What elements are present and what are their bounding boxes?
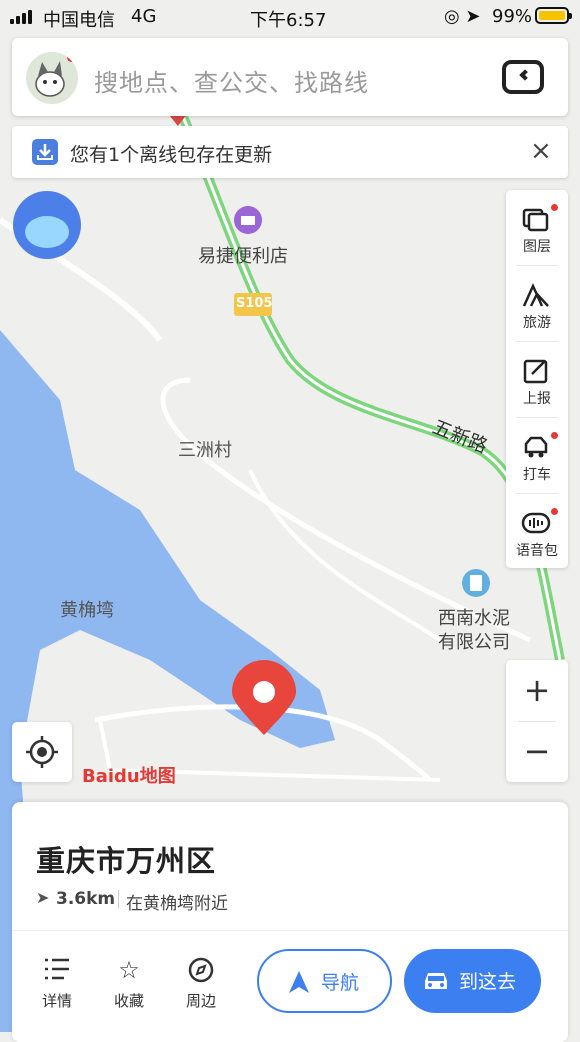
zoom-in-button[interactable]: +	[506, 660, 568, 721]
details-label: 详情	[41, 992, 72, 1010]
download-icon	[32, 139, 58, 165]
layers-icon	[521, 204, 551, 234]
go-here-label: 到这去	[459, 971, 517, 993]
star-icon: ☆	[118, 956, 140, 984]
distance-text: 3.6km	[56, 889, 116, 909]
toolbar-item-layers[interactable]: 图层	[506, 190, 568, 265]
toolbar-label: 上报	[523, 391, 551, 407]
status-bar: 中国电信 4G 下午6:57 ◎ ➤ 99%	[0, 0, 580, 34]
battery-percent: 99%	[492, 6, 533, 27]
area-label: 黄桷塆	[60, 600, 114, 621]
close-icon[interactable]: ×	[530, 136, 552, 166]
navigate-label: 导航	[321, 972, 360, 994]
poi-label-company-2[interactable]: 有限公司	[438, 628, 510, 654]
search-placeholder[interactable]: 搜地点、查公交、找路线	[94, 63, 369, 98]
compass-icon	[170, 956, 232, 986]
avatar[interactable]	[26, 52, 78, 104]
zoom-control: + −	[506, 660, 568, 782]
details-button[interactable]: 详情	[26, 956, 88, 1011]
zoom-out-button[interactable]: −	[506, 721, 568, 782]
signal-icon	[10, 10, 36, 24]
map-toolbar: 图层 旅游 上报 打车 语音包	[506, 190, 568, 568]
offline-update-notice[interactable]: 您有1个离线包存在更新 ×	[12, 126, 568, 178]
network-type: 4G	[131, 6, 157, 27]
toolbar-label: 打车	[523, 467, 551, 483]
voice-pack-icon	[521, 508, 551, 538]
navigate-button[interactable]: 导航	[257, 949, 392, 1013]
toolbar-item-travel[interactable]: 旅游	[506, 266, 568, 341]
nearby-label: 周边	[185, 992, 216, 1010]
poi-label-store[interactable]: 易捷便利店	[198, 242, 288, 268]
location-arrow-icon: ◎ ➤	[444, 6, 481, 27]
go-here-button[interactable]: 到这去	[404, 949, 541, 1013]
locate-me-button[interactable]	[12, 722, 72, 782]
navigation-arrow-icon	[289, 971, 309, 993]
nearby-button[interactable]: 周边	[170, 956, 232, 1011]
search-bar[interactable]: 搜地点、查公交、找路线	[12, 38, 568, 116]
notice-text: 您有1个离线包存在更新	[70, 144, 273, 166]
poi-label-company-1[interactable]: 西南水泥	[438, 604, 510, 630]
toolbar-item-taxi[interactable]: 打车	[506, 418, 568, 493]
toolbar-item-report[interactable]: 上报	[506, 342, 568, 417]
toolbar-label: 图层	[523, 239, 551, 255]
toolbar-label: 旅游	[523, 315, 551, 331]
taxi-icon	[521, 432, 551, 462]
baidu-map-logo: Baidu地图	[82, 766, 176, 787]
carrier-name: 中国电信	[43, 10, 115, 31]
near-text: 在黄桷塆附近	[126, 894, 228, 914]
travel-icon	[521, 280, 551, 310]
car-mode-icon[interactable]	[502, 60, 544, 94]
toolbar-item-voice-pack[interactable]: 语音包	[506, 494, 568, 569]
place-title: 重庆市万州区	[36, 844, 217, 878]
favorite-button[interactable]: ☆ 收藏	[98, 956, 160, 1011]
place-card[interactable]: 重庆市万州区 ➤ 3.6km 在黄桷塆附近 详情 ☆ 收藏 周边 导航 到这去	[12, 802, 568, 1042]
direction-arrow-icon: ➤	[36, 888, 50, 907]
route-badge: S105	[236, 296, 273, 311]
locate-icon	[26, 736, 58, 768]
clock: 下午6:57	[250, 10, 327, 31]
battery-icon	[535, 7, 572, 24]
favorite-label: 收藏	[113, 992, 144, 1010]
car-icon	[425, 973, 447, 989]
village-label: 三洲村	[178, 440, 232, 461]
list-icon	[26, 956, 88, 986]
report-icon	[521, 356, 551, 386]
toolbar-label: 语音包	[516, 543, 558, 559]
